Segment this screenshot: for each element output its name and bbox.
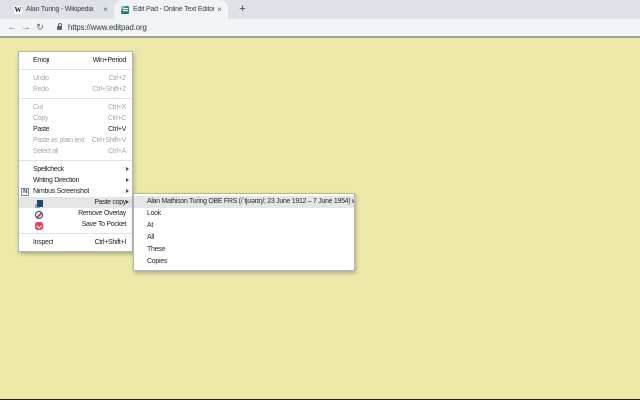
menu-separator [19,233,132,234]
menu-item-inspect[interactable]: Inspect Ctrl+Shift+I [19,237,132,248]
menu-item-select-all[interactable]: Select all Ctrl+A [19,146,132,157]
menu-item-label: Paste copy [94,199,126,206]
submenu-arrow-icon [126,178,129,182]
https-lock-icon[interactable] [57,23,62,30]
menu-item-shortcut: Ctrl+Z [108,75,127,82]
close-tab-icon[interactable]: × [214,0,228,19]
submenu-arrow-icon [126,200,129,204]
forward-button[interactable]: → [19,19,33,36]
menu-separator [19,69,132,70]
submenu-item-turing-text[interactable]: Alan Mathison Turing OBE FRS (/ˈtjʊərɪŋ/… [134,196,354,208]
menu-item-shortcut: Ctrl+Shift+V [91,137,126,144]
menu-item-label: Spellcheck [33,166,64,173]
remove-overlay-icon [35,211,43,219]
menu-item-cut[interactable]: Cut Ctrl+X [19,102,132,113]
close-tab-icon[interactable]: × [100,0,114,19]
submenu-arrow-icon [126,167,129,171]
menu-item-writing-direction[interactable]: Writing Direction [19,175,132,186]
menu-item-paste-copy[interactable]: Paste copy [19,197,132,208]
menu-item-redo[interactable]: Redo Ctrl+Shift+Z [19,84,132,95]
menu-item-label: Save To Pocket [81,221,126,228]
menu-item-shortcut: Ctrl+A [108,148,126,155]
menu-item-emoji[interactable]: Emoji Win+Period [19,55,132,66]
menu-item-label: Emoji [33,57,50,64]
paste-copy-icon [35,200,43,208]
new-tab-button[interactable]: + [236,3,249,16]
menu-item-label: Paste [33,126,50,133]
menu-item-shortcut: Ctrl+C [107,115,127,122]
menu-item-paste[interactable]: Paste Ctrl+V [19,124,132,135]
menu-item-label: Select all [33,148,59,155]
menu-item-shortcut: Win+Period [92,57,127,64]
submenu-arrow-icon [126,189,129,193]
context-menu: Emoji Win+Period Undo Ctrl+Z Redo Ctrl+S… [18,51,133,252]
menu-item-label: Remove Overlay [78,210,126,217]
menu-item-label: Undo [33,75,49,82]
menu-item-shortcut: Ctrl+V [108,126,126,133]
menu-item-undo[interactable]: Undo Ctrl+Z [19,73,132,84]
menu-separator [19,160,132,161]
address-bar-url[interactable]: https://www.editpad.org [68,23,147,32]
menu-item-label: Copy [33,115,49,122]
editpad-favicon-icon [121,5,129,14]
tab-strip: W Alan Turing - Wikipedia × Edit Pad - O… [0,0,640,19]
menu-item-label: Paste as plain text [33,137,85,144]
menu-item-label: Redo [33,86,49,93]
submenu-item-these[interactable]: These [134,244,354,256]
browser-toolbar: ← → ↻ https://www.editpad.org [0,19,640,38]
menu-item-shortcut: Ctrl+Shift+Z [92,86,126,93]
back-button[interactable]: ← [5,19,19,36]
menu-item-paste-as-plain-text[interactable]: Paste as plain text Ctrl+Shift+V [19,135,132,146]
tab-title: Alan Turing - Wikipedia [26,6,94,13]
menu-item-label: Writing Direction [33,177,80,184]
menu-item-shortcut: Ctrl+X [108,104,126,111]
menu-item-label: Nimbus Screenshot [33,188,89,195]
menu-item-spellcheck[interactable]: Spellcheck [19,164,132,175]
submenu-item-all[interactable]: All [134,232,354,244]
menu-item-label: Cut [33,104,43,111]
nimbus-screenshot-icon: N [21,187,29,196]
menu-item-remove-overlay[interactable]: Remove Overlay [19,208,132,219]
submenu-item-copies[interactable]: Copies [134,256,354,268]
pocket-icon [35,222,43,230]
submenu-item-at[interactable]: At [134,220,354,232]
paste-copy-submenu: Alan Mathison Turing OBE FRS (/ˈtjʊərɪŋ/… [133,193,355,271]
submenu-item-look[interactable]: Look [134,208,354,220]
menu-item-save-to-pocket[interactable]: Save To Pocket [19,219,132,230]
wikipedia-favicon-icon: W [14,5,22,14]
reload-button[interactable]: ↻ [33,19,47,36]
menu-separator [19,98,132,99]
menu-item-label: Inspect [33,239,54,246]
tab-title: Edit Pad - Online Text Editor & W [133,6,215,13]
tab-alan-turing-wikipedia[interactable]: W Alan Turing - Wikipedia × [7,0,114,19]
menu-item-copy[interactable]: Copy Ctrl+C [19,113,132,124]
tab-edit-pad-active[interactable]: Edit Pad - Online Text Editor & W × [114,0,228,19]
menu-item-shortcut: Ctrl+Shift+I [94,239,127,246]
menu-item-nimbus-screenshot[interactable]: N Nimbus Screenshot [19,186,132,197]
